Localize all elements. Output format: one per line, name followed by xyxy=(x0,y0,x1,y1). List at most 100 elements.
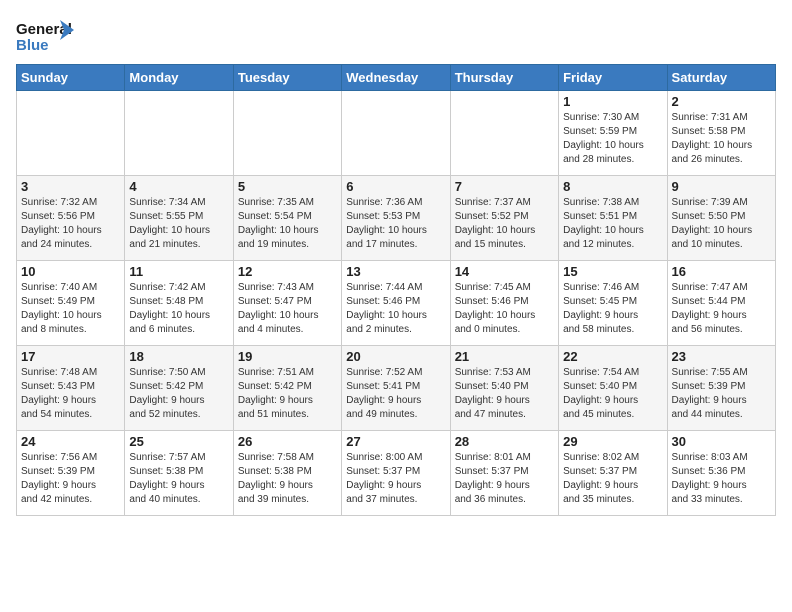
day-info: Sunrise: 7:31 AM Sunset: 5:58 PM Dayligh… xyxy=(672,111,771,167)
day-info: Sunrise: 7:37 AM Sunset: 5:52 PM Dayligh… xyxy=(455,196,554,252)
day-cell xyxy=(450,91,558,176)
day-info: Sunrise: 7:55 AM Sunset: 5:39 PM Dayligh… xyxy=(672,366,771,422)
day-cell: 29 Sunrise: 8:02 AM Sunset: 5:37 PM Dayli… xyxy=(559,431,667,516)
day-number: 4 xyxy=(129,179,228,194)
day-info: Sunrise: 7:50 AM Sunset: 5:42 PM Dayligh… xyxy=(129,366,228,422)
day-info: Sunrise: 7:46 AM Sunset: 5:45 PM Dayligh… xyxy=(563,281,662,337)
week-row-3: 10 Sunrise: 7:40 AM Sunset: 5:49 PM Dayli… xyxy=(17,261,776,346)
header-cell-tuesday: Tuesday xyxy=(233,65,341,91)
svg-text:Blue: Blue xyxy=(16,37,49,54)
day-number: 12 xyxy=(238,264,337,279)
day-info: Sunrise: 8:02 AM Sunset: 5:37 PM Dayligh… xyxy=(563,451,662,507)
page-header: GeneralBlue xyxy=(16,16,776,56)
day-cell: 15 Sunrise: 7:46 AM Sunset: 5:45 PM Dayli… xyxy=(559,261,667,346)
week-row-2: 3Sunrise: 7:32 AM Sunset: 5:56 PM Daylig… xyxy=(17,176,776,261)
day-number: 22 xyxy=(563,349,662,364)
day-number: 16 xyxy=(672,264,771,279)
week-row-5: 24Sunrise: 7:56 AM Sunset: 5:39 PM Dayli… xyxy=(17,431,776,516)
day-cell: 6Sunrise: 7:36 AM Sunset: 5:53 PM Daylig… xyxy=(342,176,450,261)
logo-svg: GeneralBlue xyxy=(16,16,76,56)
day-number: 18 xyxy=(129,349,228,364)
day-number: 25 xyxy=(129,434,228,449)
calendar-table: SundayMondayTuesdayWednesdayThursdayFrid… xyxy=(16,64,776,516)
day-cell: 20Sunrise: 7:52 AM Sunset: 5:41 PM Dayli… xyxy=(342,346,450,431)
day-cell: 22 Sunrise: 7:54 AM Sunset: 5:40 PM Dayli… xyxy=(559,346,667,431)
day-cell: 1 Sunrise: 7:30 AM Sunset: 5:59 PM Daylig… xyxy=(559,91,667,176)
day-cell: 3Sunrise: 7:32 AM Sunset: 5:56 PM Daylig… xyxy=(17,176,125,261)
day-cell: 14 Sunrise: 7:45 AM Sunset: 5:46 PM Dayli… xyxy=(450,261,558,346)
week-row-4: 17 Sunrise: 7:48 AM Sunset: 5:43 PM Dayli… xyxy=(17,346,776,431)
day-cell: 9Sunrise: 7:39 AM Sunset: 5:50 PM Daylig… xyxy=(667,176,775,261)
day-info: Sunrise: 7:45 AM Sunset: 5:46 PM Dayligh… xyxy=(455,281,554,337)
day-number: 7 xyxy=(455,179,554,194)
day-number: 19 xyxy=(238,349,337,364)
day-info: Sunrise: 7:43 AM Sunset: 5:47 PM Dayligh… xyxy=(238,281,337,337)
day-info: Sunrise: 7:53 AM Sunset: 5:40 PM Dayligh… xyxy=(455,366,554,422)
day-info: Sunrise: 8:01 AM Sunset: 5:37 PM Dayligh… xyxy=(455,451,554,507)
header-cell-wednesday: Wednesday xyxy=(342,65,450,91)
day-info: Sunrise: 7:54 AM Sunset: 5:40 PM Dayligh… xyxy=(563,366,662,422)
header-cell-friday: Friday xyxy=(559,65,667,91)
day-cell: 30 Sunrise: 8:03 AM Sunset: 5:36 PM Dayli… xyxy=(667,431,775,516)
day-cell xyxy=(342,91,450,176)
day-number: 6 xyxy=(346,179,445,194)
day-info: Sunrise: 8:00 AM Sunset: 5:37 PM Dayligh… xyxy=(346,451,445,507)
day-number: 15 xyxy=(563,264,662,279)
day-info: Sunrise: 7:40 AM Sunset: 5:49 PM Dayligh… xyxy=(21,281,120,337)
day-cell: 28 Sunrise: 8:01 AM Sunset: 5:37 PM Dayli… xyxy=(450,431,558,516)
day-cell: 8 Sunrise: 7:38 AM Sunset: 5:51 PM Daylig… xyxy=(559,176,667,261)
day-cell: 25 Sunrise: 7:57 AM Sunset: 5:38 PM Dayli… xyxy=(125,431,233,516)
day-number: 28 xyxy=(455,434,554,449)
day-number: 8 xyxy=(563,179,662,194)
day-info: Sunrise: 7:38 AM Sunset: 5:51 PM Dayligh… xyxy=(563,196,662,252)
day-number: 5 xyxy=(238,179,337,194)
day-cell: 16 Sunrise: 7:47 AM Sunset: 5:44 PM Dayli… xyxy=(667,261,775,346)
header-cell-thursday: Thursday xyxy=(450,65,558,91)
day-cell: 11Sunrise: 7:42 AM Sunset: 5:48 PM Dayli… xyxy=(125,261,233,346)
header-cell-monday: Monday xyxy=(125,65,233,91)
day-cell: 10 Sunrise: 7:40 AM Sunset: 5:49 PM Dayli… xyxy=(17,261,125,346)
day-number: 1 xyxy=(563,94,662,109)
day-cell: 2 Sunrise: 7:31 AM Sunset: 5:58 PM Daylig… xyxy=(667,91,775,176)
day-cell: 4 Sunrise: 7:34 AM Sunset: 5:55 PM Daylig… xyxy=(125,176,233,261)
logo: GeneralBlue xyxy=(16,16,76,56)
header-cell-sunday: Sunday xyxy=(17,65,125,91)
day-number: 17 xyxy=(21,349,120,364)
day-info: Sunrise: 7:57 AM Sunset: 5:38 PM Dayligh… xyxy=(129,451,228,507)
day-cell: 12 Sunrise: 7:43 AM Sunset: 5:47 PM Dayli… xyxy=(233,261,341,346)
day-number: 29 xyxy=(563,434,662,449)
day-cell: 27 Sunrise: 8:00 AM Sunset: 5:37 PM Dayli… xyxy=(342,431,450,516)
day-number: 11 xyxy=(129,264,228,279)
day-number: 27 xyxy=(346,434,445,449)
header-row: SundayMondayTuesdayWednesdayThursdayFrid… xyxy=(17,65,776,91)
day-info: Sunrise: 7:32 AM Sunset: 5:56 PM Dayligh… xyxy=(21,196,120,252)
day-info: Sunrise: 7:44 AM Sunset: 5:46 PM Dayligh… xyxy=(346,281,445,337)
day-info: Sunrise: 7:39 AM Sunset: 5:50 PM Dayligh… xyxy=(672,196,771,252)
day-cell xyxy=(233,91,341,176)
day-number: 30 xyxy=(672,434,771,449)
day-cell xyxy=(17,91,125,176)
day-cell: 19 Sunrise: 7:51 AM Sunset: 5:42 PM Dayli… xyxy=(233,346,341,431)
day-info: Sunrise: 7:48 AM Sunset: 5:43 PM Dayligh… xyxy=(21,366,120,422)
week-row-1: 1 Sunrise: 7:30 AM Sunset: 5:59 PM Daylig… xyxy=(17,91,776,176)
day-number: 2 xyxy=(672,94,771,109)
day-number: 10 xyxy=(21,264,120,279)
day-number: 26 xyxy=(238,434,337,449)
day-number: 24 xyxy=(21,434,120,449)
day-info: Sunrise: 7:34 AM Sunset: 5:55 PM Dayligh… xyxy=(129,196,228,252)
day-number: 14 xyxy=(455,264,554,279)
day-info: Sunrise: 8:03 AM Sunset: 5:36 PM Dayligh… xyxy=(672,451,771,507)
day-number: 23 xyxy=(672,349,771,364)
day-cell: 23 Sunrise: 7:55 AM Sunset: 5:39 PM Dayli… xyxy=(667,346,775,431)
day-cell: 18 Sunrise: 7:50 AM Sunset: 5:42 PM Dayli… xyxy=(125,346,233,431)
day-cell: 21 Sunrise: 7:53 AM Sunset: 5:40 PM Dayli… xyxy=(450,346,558,431)
day-info: Sunrise: 7:30 AM Sunset: 5:59 PM Dayligh… xyxy=(563,111,662,167)
day-info: Sunrise: 7:35 AM Sunset: 5:54 PM Dayligh… xyxy=(238,196,337,252)
day-info: Sunrise: 7:47 AM Sunset: 5:44 PM Dayligh… xyxy=(672,281,771,337)
day-cell: 7 Sunrise: 7:37 AM Sunset: 5:52 PM Daylig… xyxy=(450,176,558,261)
day-cell: 17 Sunrise: 7:48 AM Sunset: 5:43 PM Dayli… xyxy=(17,346,125,431)
day-number: 21 xyxy=(455,349,554,364)
day-info: Sunrise: 7:52 AM Sunset: 5:41 PM Dayligh… xyxy=(346,366,445,422)
day-info: Sunrise: 7:51 AM Sunset: 5:42 PM Dayligh… xyxy=(238,366,337,422)
day-cell: 13Sunrise: 7:44 AM Sunset: 5:46 PM Dayli… xyxy=(342,261,450,346)
